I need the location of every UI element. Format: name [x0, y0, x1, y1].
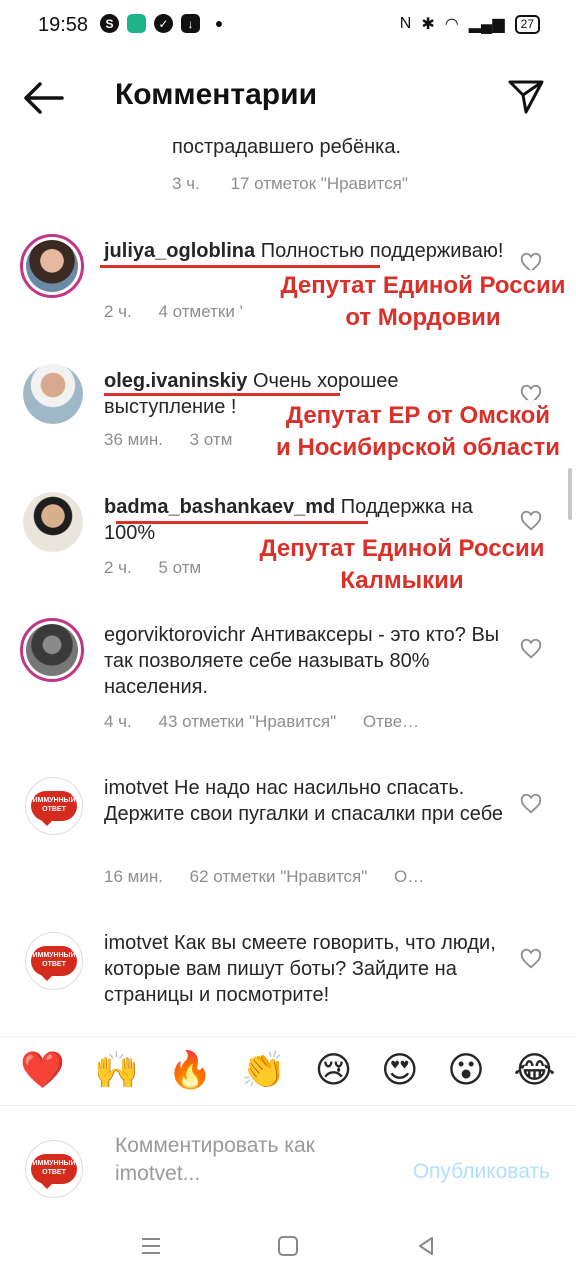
back-button[interactable]: [22, 78, 66, 118]
home-icon[interactable]: [278, 1236, 298, 1256]
annotation-label: Депутат Единой России от Мордовии: [270, 270, 576, 334]
comment-time: 36 мин.: [104, 430, 163, 449]
emoji-clap[interactable]: 👏: [241, 1051, 286, 1091]
nav-back-icon[interactable]: [414, 1234, 438, 1258]
skype-icon: S: [100, 14, 119, 33]
emoji-heart-eyes[interactable]: 😍: [381, 1051, 419, 1091]
comment-meta: 2 ч. 5 отм: [104, 558, 223, 578]
comment-username[interactable]: juliya_ogloblina: [104, 240, 255, 262]
heart-icon[interactable]: [520, 948, 542, 970]
annotation-line: Калмыкии: [340, 567, 464, 594]
comment-username[interactable]: oleg.ivaninskiy: [104, 370, 247, 392]
download-icon: ↓: [181, 14, 200, 33]
reply-button[interactable]: Отве…: [363, 712, 419, 731]
emoji-fire[interactable]: 🔥: [168, 1051, 213, 1091]
arrow-left-icon: [24, 82, 64, 114]
immune-answer-logo: ИММУННЫЙ ОТВЕТ: [31, 946, 77, 981]
nfc-icon: N: [399, 15, 412, 32]
annotation-line: и Носибирской области: [276, 434, 560, 461]
comments-list[interactable]: пострадавшего ребёнка. 3 ч. 17 отметок "…: [0, 128, 576, 1030]
annotation-underline: [104, 393, 340, 396]
comment-body: imotvet Как вы смеете говорить, что люди…: [104, 930, 504, 1008]
own-avatar: ИММУННЫЙ ОТВЕТ: [25, 1140, 83, 1198]
comment-time: 4 ч.: [104, 712, 132, 731]
comment-input[interactable]: Комментировать как imotvet...: [115, 1132, 375, 1188]
heart-icon[interactable]: [520, 510, 542, 532]
comment-body: egorviktorovichr Антиваксеры - это кто? …: [104, 622, 504, 700]
emoji-heart[interactable]: ❤️: [20, 1051, 65, 1091]
comment-meta: 2 ч. 4 отметки ': [104, 302, 265, 322]
wifi-icon: ◠: [444, 16, 459, 33]
page-title: Комментарии: [115, 78, 318, 111]
avatar[interactable]: [20, 234, 84, 298]
comment-likes[interactable]: 62 отметки "Нравится": [190, 867, 368, 886]
scrollbar[interactable]: [568, 468, 572, 520]
comment-meta: 3 ч. 17 отметок "Нравится": [172, 174, 408, 194]
annotation-line: Депутат ЕР от Омской: [285, 402, 551, 429]
annotation-line: Депутат Единой России: [280, 272, 566, 299]
avatar[interactable]: [23, 364, 83, 424]
quick-reactions-bar: ❤️ 🙌 🔥 👏 😢 😍 😮 😂: [0, 1036, 576, 1106]
battery-icon: 27: [514, 14, 540, 34]
comment-username[interactable]: imotvet: [104, 932, 168, 954]
avatar[interactable]: [20, 618, 84, 682]
comment-meta: 36 мин. 3 отм: [104, 430, 254, 450]
comment-text: Полностью поддерживаю!: [260, 240, 504, 262]
immune-answer-logo: ИММУННЫЙ ОТВЕТ: [31, 791, 77, 826]
comment-likes[interactable]: 17 отметок "Нравится": [231, 174, 408, 193]
recent-apps-icon[interactable]: [140, 1236, 162, 1256]
comment-composer: ИММУННЫЙ ОТВЕТ Комментировать как imotve…: [0, 1106, 576, 1226]
annotation-underline: [100, 265, 380, 268]
comment-text-fragment: пострадавшего ребёнка.: [172, 136, 401, 158]
comment-meta: 16 мин. 62 отметки "Нравится" О…: [104, 867, 446, 887]
immune-answer-logo: ИММУННЫЙ ОТВЕТ: [31, 1154, 77, 1189]
notification-icons: S ✓ ↓: [100, 14, 222, 33]
comment-body: imotvet Не надо нас насильно спасать. Де…: [104, 775, 504, 827]
bluetooth-icon: ✱: [421, 16, 435, 33]
share-button[interactable]: [506, 76, 546, 116]
messenger-icon: [127, 14, 146, 33]
emoji-raised-hands[interactable]: 🙌: [94, 1051, 139, 1091]
comment-meta: 4 ч. 43 отметки "Нравится" Отве…: [104, 712, 441, 732]
sber-icon: ✓: [154, 14, 173, 33]
avatar[interactable]: ИММУННЫЙ ОТВЕТ: [25, 932, 83, 990]
signal-icon: ▂▄▆: [468, 16, 505, 33]
annotation-label: Депутат Единой России Калмыкии: [232, 533, 572, 597]
publish-button[interactable]: Опубликовать: [413, 1160, 550, 1184]
avatar[interactable]: [23, 492, 83, 552]
emoji-laughing[interactable]: 😂: [514, 1051, 556, 1091]
status-time: 19:58: [38, 14, 89, 36]
heart-icon[interactable]: [520, 793, 542, 815]
header: Комментарии: [0, 62, 576, 134]
status-bar: 19:58 S ✓ ↓ N ✱ ◠ ▂▄▆ 27: [0, 0, 576, 54]
annotation-line: Депутат Единой России: [259, 535, 545, 562]
comment-time: 16 мин.: [104, 867, 163, 886]
comment-likes[interactable]: 3 отм: [190, 430, 233, 449]
emoji-surprised[interactable]: 😮: [447, 1051, 485, 1091]
comment-likes[interactable]: 4 отметки ': [159, 302, 243, 321]
comment-body: juliya_ogloblina Полностью поддерживаю!: [104, 238, 504, 264]
paper-plane-icon: [508, 80, 544, 114]
annotation-underline: [116, 521, 368, 524]
annotation-label: Депутат ЕР от Омской и Носибирской облас…: [262, 400, 574, 464]
comment-time: 2 ч.: [104, 558, 132, 577]
comment-username[interactable]: egorviktorovichr: [104, 624, 245, 646]
system-nav-bar: [0, 1226, 576, 1280]
more-notifications-dot: [216, 20, 222, 27]
comment-time: 2 ч.: [104, 302, 132, 321]
reply-button[interactable]: О…: [394, 867, 424, 886]
annotation-line: от Мордовии: [345, 304, 501, 331]
comment-likes[interactable]: 5 отм: [159, 558, 202, 577]
heart-icon[interactable]: [520, 638, 542, 660]
comment-username[interactable]: badma_bashankaev_md: [104, 496, 335, 518]
comment-username[interactable]: imotvet: [104, 777, 168, 799]
emoji-crying[interactable]: 😢: [315, 1051, 353, 1091]
comment-likes[interactable]: 43 отметки "Нравится": [159, 712, 337, 731]
comment-time: 3 ч.: [172, 174, 200, 193]
avatar[interactable]: ИММУННЫЙ ОТВЕТ: [25, 777, 83, 835]
system-icons: N ✱ ◠ ▂▄▆ 27: [400, 14, 540, 34]
